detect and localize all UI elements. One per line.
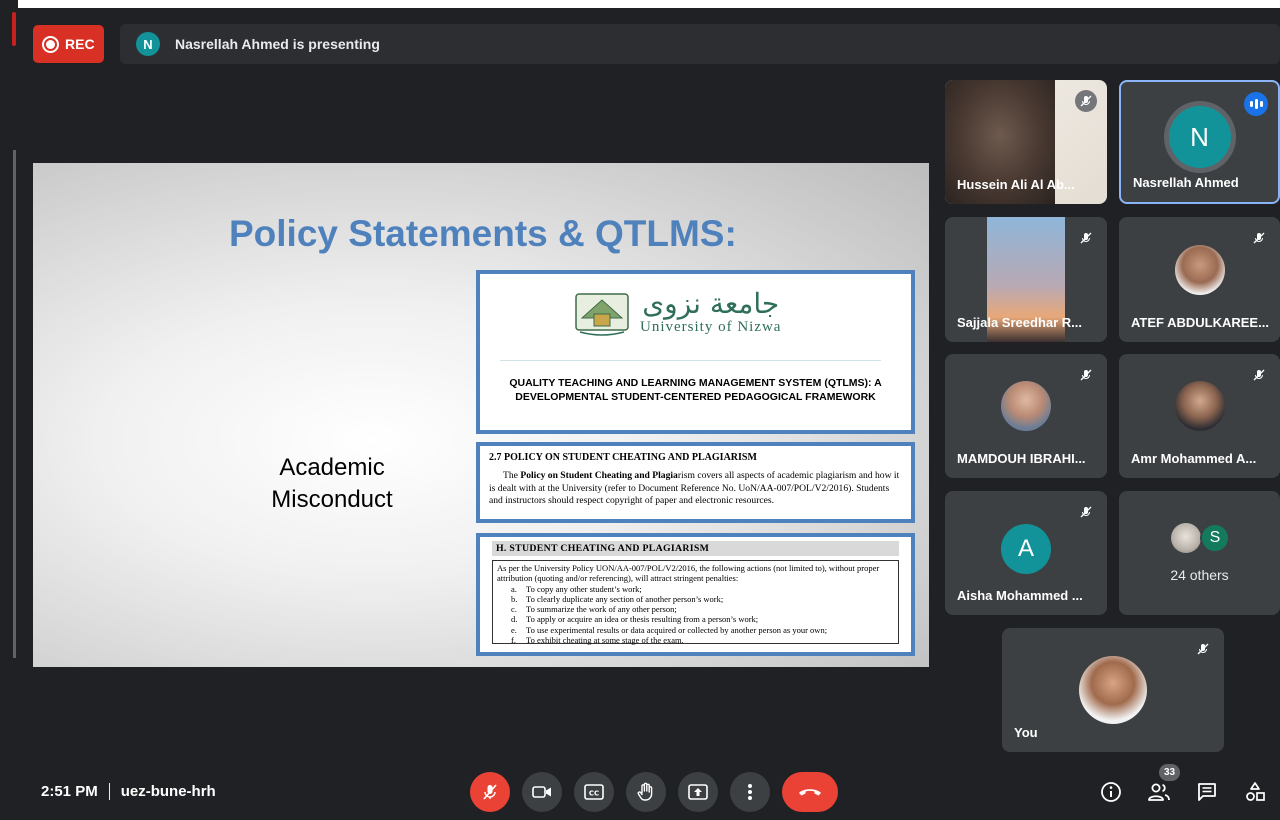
participant-name: Nasrellah Ahmed	[1133, 175, 1239, 190]
participant-name: Aisha Mohammed ...	[957, 588, 1083, 603]
edge-marker	[12, 12, 16, 46]
recording-indicator[interactable]: REC	[33, 25, 104, 63]
penalties-intro: As per the University Policy UON/AA-007/…	[497, 563, 880, 584]
participant-name: MAMDOUH IBRAHI...	[957, 451, 1086, 466]
present-screen-button[interactable]	[678, 772, 718, 812]
penalties-box: As per the University Policy UON/AA-007/…	[492, 560, 899, 646]
presenter-banner: N Nasrellah Ahmed is presenting	[120, 24, 1280, 64]
info-icon	[1101, 782, 1121, 802]
activities-icon	[1246, 782, 1265, 801]
speaking-indicator-icon	[1244, 92, 1268, 116]
penalties-list: a. To copy any other student’s work; b. To…	[497, 584, 894, 646]
participant-tile-aisha[interactable]: A Aisha Mohammed ...	[945, 491, 1107, 615]
edge-bar	[13, 150, 16, 658]
university-emblem-icon	[575, 293, 629, 336]
logo-english-text: University of Nizwa	[640, 318, 782, 335]
logo-arabic-text: جامعة نزوى	[642, 286, 780, 320]
policy-paragraph: The Policy on Student Cheating and Plagi…	[489, 470, 902, 508]
participant-tile-atef[interactable]: ATEF ABDULKAREE...	[1119, 217, 1280, 342]
chat-icon	[1198, 783, 1216, 801]
camera-toggle-button[interactable]	[522, 772, 562, 812]
participant-tile-nasrellah[interactable]: N Nasrellah Ahmed	[1119, 80, 1280, 204]
record-icon	[42, 35, 59, 53]
participant-tile-hussein[interactable]: Hussein Ali Al Ab...	[945, 80, 1107, 204]
participant-tile-mamdouh[interactable]: MAMDOUH IBRAHI...	[945, 354, 1107, 478]
participant-count-badge: 33	[1159, 764, 1180, 781]
participant-photo	[1001, 381, 1051, 432]
mic-off-icon	[1192, 638, 1214, 660]
divider	[500, 360, 881, 361]
participant-name: You	[1014, 725, 1038, 740]
chat-button[interactable]	[1194, 779, 1220, 805]
mic-off-icon	[1248, 227, 1270, 249]
meeting-code: uez-bune-hrh	[120, 783, 216, 800]
slide-side-label: Academic Misconduct	[248, 452, 416, 516]
participant-avatar: A	[1001, 524, 1051, 574]
mic-off-icon	[1075, 501, 1097, 523]
presentation-slide: Policy Statements & QTLMS: Academic Misc…	[33, 163, 929, 667]
policy-prefix: The	[503, 470, 521, 481]
policy-bold: Policy on Student Cheating and Plagia	[520, 470, 678, 481]
mic-toggle-button[interactable]	[470, 772, 510, 812]
leave-call-button[interactable]	[782, 772, 838, 812]
penalties-heading: H. STUDENT CHEATING AND PLAGIARISM	[492, 541, 899, 556]
slide-title: Policy Statements & QTLMS:	[229, 213, 737, 254]
mic-off-icon	[1075, 90, 1097, 112]
raise-hand-button[interactable]	[626, 772, 666, 812]
participant-tile-sajjala[interactable]: Sajjala Sreedhar R...	[945, 217, 1107, 342]
participant-tile-others[interactable]: S 24 others	[1119, 491, 1280, 615]
others-avatar-photo	[1171, 523, 1201, 553]
list-item: e. To use experimental results or data ac…	[511, 624, 828, 635]
meeting-details-button[interactable]	[1098, 779, 1124, 805]
presenter-text: Nasrellah Ahmed is presenting	[175, 36, 380, 52]
list-item: f. To exhibit cheating at some stage of t…	[511, 635, 684, 646]
participant-tile-self[interactable]: You	[1002, 628, 1224, 752]
people-icon	[1148, 783, 1170, 801]
hang-up-icon	[799, 789, 821, 796]
document-excerpt-header: جامعة نزوى University of Nizwa QUALITY T…	[476, 270, 915, 434]
participant-tile-amr[interactable]: Amr Mohammed A...	[1119, 354, 1280, 478]
recording-label: REC	[65, 36, 95, 52]
video-camera-icon	[532, 786, 551, 798]
participant-name: Amr Mohammed A...	[1131, 451, 1257, 466]
list-item: d. To apply or acquire an idea or thesis …	[511, 614, 759, 625]
activities-button[interactable]	[1242, 779, 1268, 805]
slide-side-line1: Academic	[279, 454, 385, 481]
current-time: 2:51 PM	[41, 783, 98, 800]
present-screen-icon	[688, 784, 708, 800]
list-item: a. To copy any other student’s work;	[511, 583, 642, 594]
more-vert-icon	[748, 784, 752, 800]
policy-heading: 2.7 POLICY ON STUDENT CHEATING AND PLAGI…	[489, 452, 757, 463]
more-options-button[interactable]	[730, 772, 770, 812]
participant-avatar: N	[1168, 106, 1231, 169]
people-button[interactable]	[1146, 779, 1172, 805]
captions-button[interactable]: CC	[574, 772, 614, 812]
self-photo	[1079, 656, 1147, 724]
mic-off-icon	[1075, 227, 1097, 249]
list-item: b. To clearly duplicate any section of an…	[511, 593, 724, 604]
others-count-label: 24 others	[1170, 567, 1229, 583]
raise-hand-icon	[637, 782, 653, 801]
document-excerpt-policy: 2.7 POLICY ON STUDENT CHEATING AND PLAGI…	[476, 442, 915, 523]
mic-off-icon	[1248, 364, 1270, 386]
slide-side-line2: Misconduct	[271, 486, 393, 513]
meeting-info: 2:51 PM uez-bune-hrh	[41, 783, 216, 800]
qtlms-heading: QUALITY TEACHING AND LEARNING MANAGEMENT…	[509, 377, 882, 403]
presenter-avatar: N	[136, 32, 160, 56]
divider	[108, 783, 110, 800]
participant-photo	[1174, 381, 1225, 432]
list-item: c. To summarize the work of any other per…	[511, 604, 677, 615]
closed-captions-icon: CC	[584, 784, 604, 800]
document-excerpt-penalties: H. STUDENT CHEATING AND PLAGIARISM As pe…	[476, 533, 915, 656]
top-border	[0, 0, 1280, 8]
svg-text:CC: CC	[589, 790, 599, 798]
mic-off-icon	[483, 784, 497, 800]
others-avatar-letter: S	[1200, 523, 1230, 553]
participant-name: Hussein Ali Al Ab...	[957, 177, 1075, 192]
university-logo: جامعة نزوى University of Nizwa	[572, 288, 781, 336]
participant-name: Sajjala Sreedhar R...	[957, 315, 1083, 330]
mic-off-icon	[1075, 364, 1097, 386]
participant-photo	[1174, 244, 1225, 295]
participant-name: ATEF ABDULKAREE...	[1131, 315, 1269, 330]
